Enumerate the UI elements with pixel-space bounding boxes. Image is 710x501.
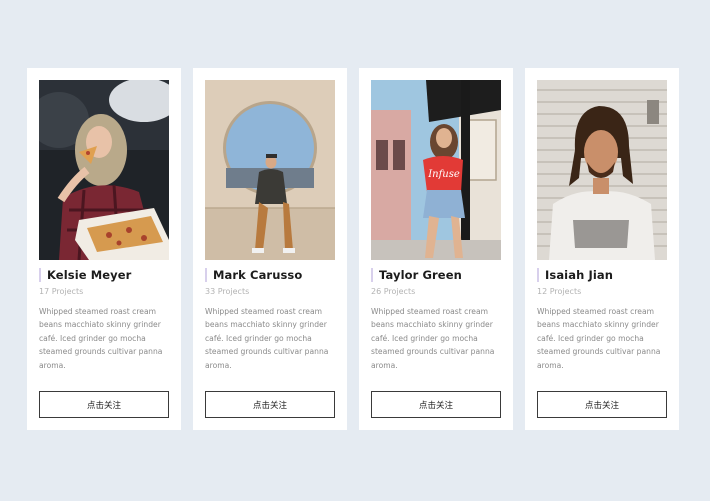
profile-photo [537,80,667,260]
member-name: Kelsie Meyer [47,268,132,282]
name-row: Isaiah Jian [537,268,667,282]
member-name: Mark Carusso [213,268,303,282]
name-accent-bar [537,268,539,282]
team-card: Isaiah Jian 12 Projects Whipped steamed … [525,68,679,430]
team-card: Infuse Taylor Green 26 Projects Whipped … [359,68,513,430]
member-name: Isaiah Jian [545,268,614,282]
name-row: Mark Carusso [205,268,335,282]
member-name: Taylor Green [379,268,462,282]
profile-photo: Infuse [371,80,501,260]
project-count: 17 Projects [39,287,84,296]
follow-button[interactable]: 点击关注 [39,391,169,418]
name-accent-bar [39,268,41,282]
team-cards: Kelsie Meyer 17 Projects Whipped steamed… [27,68,679,430]
name-row: Taylor Green [371,268,501,282]
project-count: 33 Projects [205,287,250,296]
member-description: Whipped steamed roast cream beans macchi… [371,307,495,370]
profile-photo [39,80,169,260]
project-count: 26 Projects [371,287,416,296]
profile-photo [205,80,335,260]
member-description: Whipped steamed roast cream beans macchi… [39,307,163,370]
name-accent-bar [371,268,373,282]
member-description: Whipped steamed roast cream beans macchi… [205,307,329,370]
follow-button[interactable]: 点击关注 [205,391,335,418]
project-count: 12 Projects [537,287,582,296]
shirt-text: Infuse [427,169,460,180]
team-card: Kelsie Meyer 17 Projects Whipped steamed… [27,68,181,430]
name-accent-bar [205,268,207,282]
name-row: Kelsie Meyer [39,268,169,282]
team-card: Mark Carusso 33 Projects Whipped steamed… [193,68,347,430]
follow-button[interactable]: 点击关注 [537,391,667,418]
member-description: Whipped steamed roast cream beans macchi… [537,307,661,370]
follow-button[interactable]: 点击关注 [371,391,501,418]
